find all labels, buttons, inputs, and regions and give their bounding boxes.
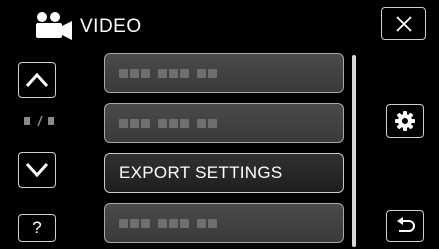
close-button[interactable] <box>381 7 426 40</box>
menu-item-1[interactable] <box>104 53 344 93</box>
page-indicator-icon <box>24 115 54 127</box>
help-button[interactable]: ? <box>18 214 56 242</box>
screen-title: VIDEO <box>80 16 142 37</box>
scrollbar[interactable] <box>352 55 356 247</box>
menu-item-2[interactable] <box>104 103 344 143</box>
close-icon <box>395 15 412 32</box>
scroll-down-button[interactable] <box>18 152 56 188</box>
video-camera-icon <box>32 8 76 42</box>
help-label: ? <box>32 218 42 237</box>
menu-item-export-settings[interactable]: EXPORT SETTINGS <box>104 153 344 193</box>
back-button[interactable] <box>386 210 424 242</box>
chevron-up-icon <box>25 72 49 88</box>
menu-item-label: EXPORT SETTINGS <box>119 163 283 182</box>
page-indicator <box>22 113 58 129</box>
return-arrow-icon <box>397 217 415 232</box>
gear-icon <box>395 111 415 131</box>
menu-item-4[interactable] <box>104 203 344 243</box>
settings-button[interactable] <box>386 104 424 138</box>
obscured-label <box>119 218 217 228</box>
chevron-down-icon <box>25 162 49 178</box>
obscured-label <box>119 68 217 78</box>
scroll-up-button[interactable] <box>18 62 56 98</box>
obscured-label <box>119 118 217 128</box>
